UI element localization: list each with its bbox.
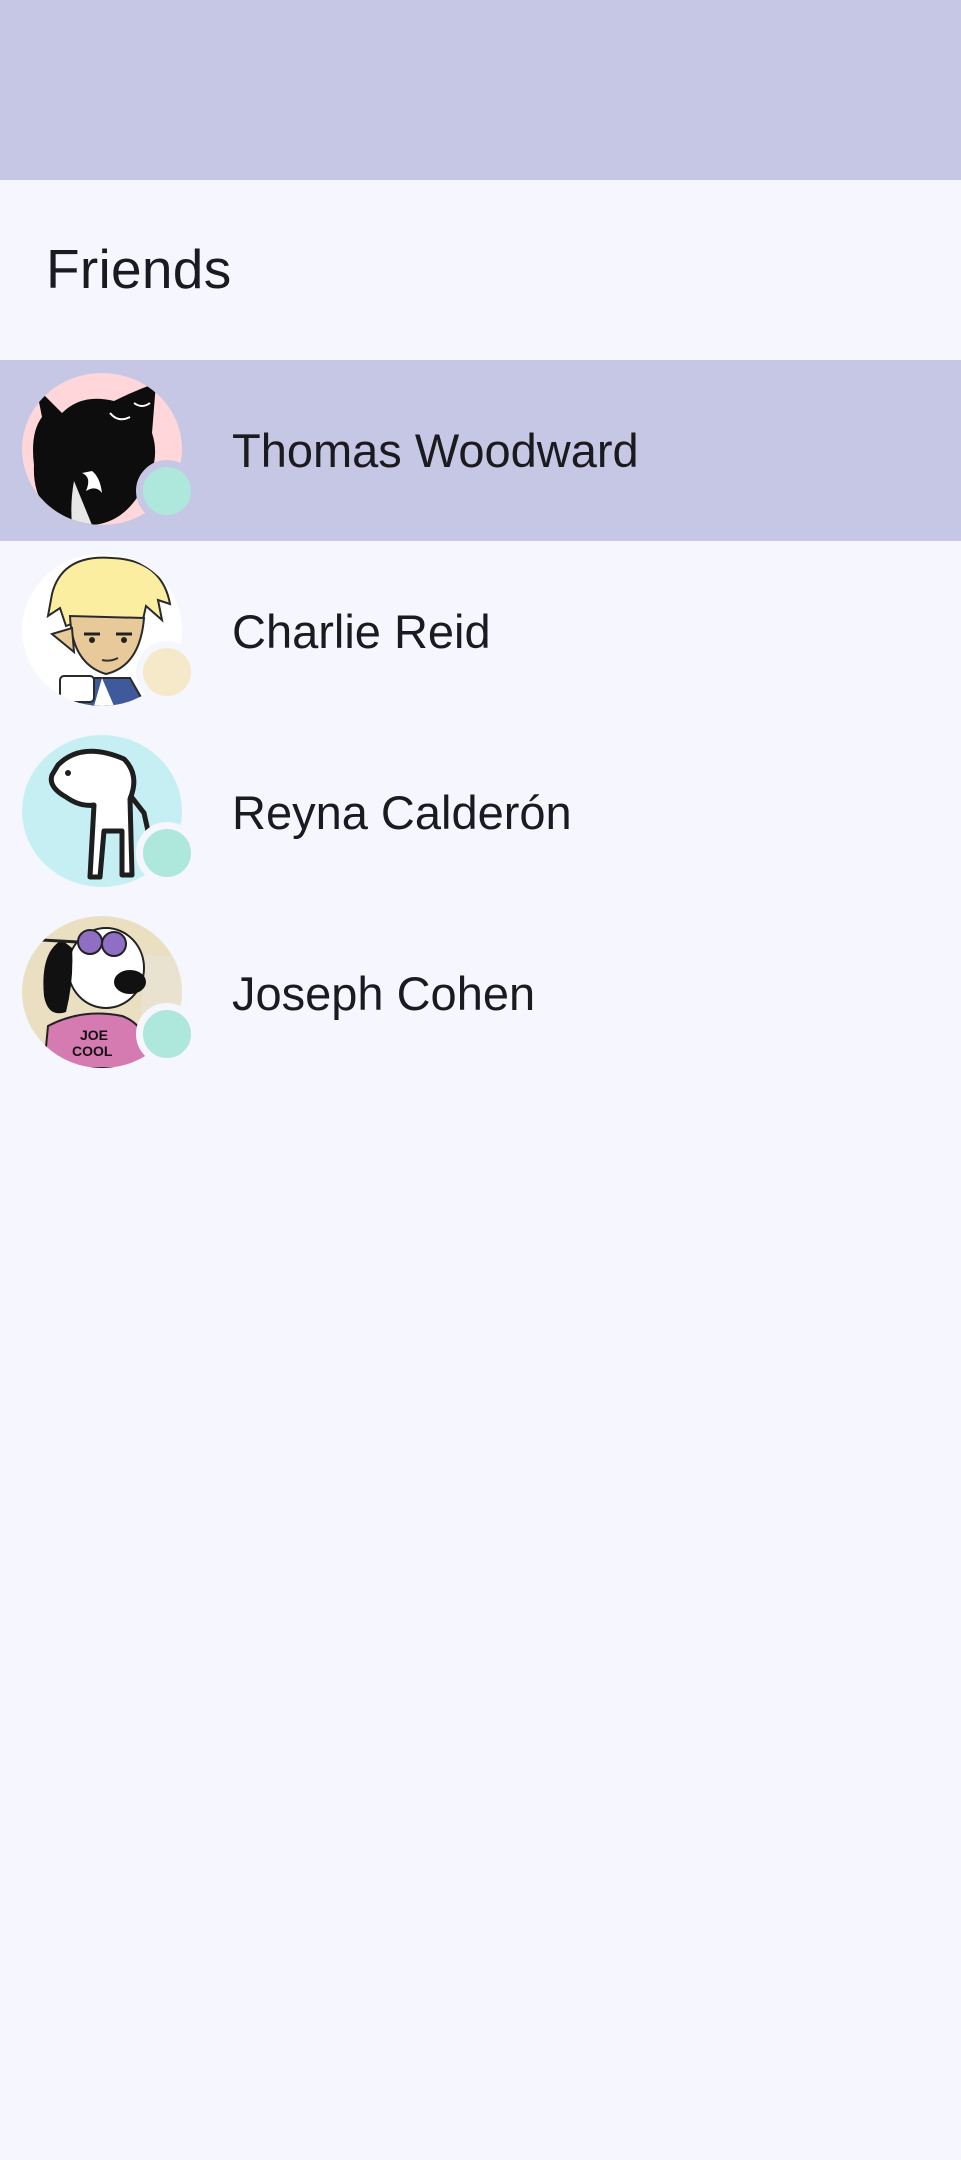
svg-text:COOL: COOL	[72, 1043, 113, 1059]
svg-text:JOE: JOE	[80, 1027, 108, 1043]
friend-name: Thomas Woodward	[232, 424, 639, 477]
status-online-indicator	[136, 1003, 198, 1065]
app-bar	[0, 0, 961, 180]
status-online-indicator	[136, 822, 198, 884]
friend-row[interactable]: Charlie Reid	[0, 541, 961, 722]
friend-row[interactable]: Thomas Woodward	[0, 360, 961, 541]
friend-name: Joseph Cohen	[232, 967, 536, 1020]
friend-name: Reyna Calderón	[232, 786, 572, 839]
section-header: Friends	[0, 180, 961, 360]
status-away-indicator	[136, 641, 198, 703]
friend-name: Charlie Reid	[232, 605, 491, 658]
friend-row[interactable]: JOE COOL Joseph Cohen	[0, 903, 961, 1084]
friend-row[interactable]: Reyna Calderón	[0, 722, 961, 903]
page-title: Friends	[46, 237, 232, 300]
friends-list: Thomas Woodward Charlie Reid Reyna Calde…	[0, 360, 961, 1084]
status-online-indicator	[136, 460, 198, 522]
